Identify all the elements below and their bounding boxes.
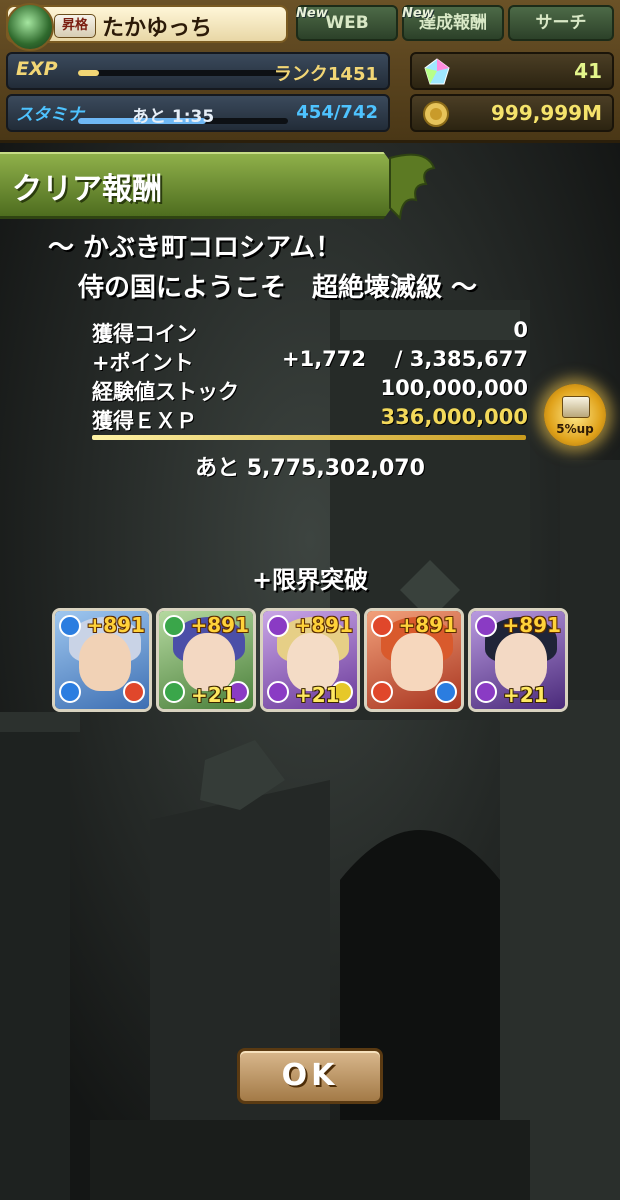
fire-attribute-icon (371, 615, 393, 637)
dungeon-name-line2: 侍の国にようこそ 超絶壊滅級 ～ (78, 273, 478, 303)
coin-reward-row: 獲得コイン 0 (92, 318, 528, 347)
points-label: +ポイント (92, 351, 194, 375)
monster-card[interactable]: +891 (364, 608, 464, 712)
water-attribute-icon (59, 615, 81, 637)
exp-stock-label: 経験値ストック (92, 380, 239, 404)
monster-card[interactable]: +891 +21 (156, 608, 256, 712)
exp-remaining: あと 5,775,302,070 (195, 456, 425, 481)
coin-icon (423, 101, 449, 127)
exp-gain-bar (92, 435, 526, 440)
assist-bonus: +21 (503, 683, 548, 707)
limit-break-title: +限界突破 (251, 566, 369, 594)
assist-bonus: +21 (191, 683, 236, 707)
plus-value: +891 (398, 613, 457, 637)
web-button-label: WEB (325, 13, 369, 33)
bonus-label: 5%up (556, 422, 594, 436)
dark-subattribute-icon (475, 681, 497, 703)
monster-card[interactable]: +891 +21 (468, 608, 568, 712)
new-tag: New (296, 6, 328, 21)
stamina-timer: あと 1:35 (132, 107, 215, 127)
monster-card[interactable]: +891 (52, 608, 152, 712)
wood-attribute-icon (163, 615, 185, 637)
coin-count: 999,999M (491, 101, 602, 125)
wood-subattribute-icon (163, 681, 185, 703)
monster-card-row: +891 +891 +21 +891 +21 +891 +891 +21 (52, 608, 568, 712)
leader-avatar (6, 3, 54, 51)
stamina-value: 454/742 (296, 102, 378, 123)
points-total: / 3,385,677 (394, 347, 528, 371)
exp-stock-value: 100,000,000 (380, 376, 528, 400)
monster-card[interactable]: +891 +21 (260, 608, 360, 712)
exp-row: EXP ランク1451 (6, 52, 390, 90)
water-subattribute-icon (59, 681, 81, 703)
search-button[interactable]: サーチ (508, 5, 614, 41)
plus-value: +891 (190, 613, 249, 637)
points-gained: +1,772 (282, 347, 367, 371)
water-awakening-icon (435, 681, 457, 703)
dungeon-name: ～ かぶき町コロシアム！ 侍の国にようこそ 超絶壊滅級 ～ (0, 228, 620, 308)
exp-bar (78, 70, 288, 76)
points-row: +ポイント +1,772 / 3,385,677 (92, 347, 528, 376)
stamina-row: スタミナ あと 1:35 454/742 (6, 94, 390, 132)
ok-button[interactable]: OK (237, 1048, 383, 1104)
exp-stock-row: 経験値ストック 100,000,000 (92, 376, 528, 405)
exp-gained-value: 336,000,000 (380, 405, 528, 429)
exp-bonus-badge: 5%up (544, 384, 606, 446)
search-button-label: サーチ (535, 13, 587, 33)
fire-awakening-icon (123, 681, 145, 703)
plus-value: +891 (502, 613, 561, 637)
bonus-ticket-icon (562, 396, 590, 418)
dragon-wing-icon (389, 153, 436, 221)
reward-table: 獲得コイン 0 +ポイント +1,772 / 3,385,677 経験値ストック… (92, 318, 528, 434)
coin-reward-label: 獲得コイン (92, 322, 197, 346)
coin-reward-value: 0 (513, 318, 528, 342)
top-status-bar: 昇格 たかゆっち New WEB New 達成報酬 サーチ EXP ランク145… (0, 0, 620, 143)
monster-face (79, 633, 131, 691)
coin-box: 999,999M (410, 94, 614, 132)
magic-stone-box[interactable]: 41 (410, 52, 614, 90)
stamina-label: スタミナ (16, 105, 84, 125)
plus-value: +891 (294, 613, 353, 637)
dark-attribute-icon (267, 615, 289, 637)
assist-bonus: +21 (295, 683, 340, 707)
player-name-box[interactable]: 昇格 たかゆっち (6, 3, 288, 51)
clear-reward-banner: クリア報酬 (0, 152, 408, 219)
exp-bar-fill (78, 70, 99, 76)
dark-attribute-icon (475, 615, 497, 637)
dungeon-name-line1: ～ かぶき町コロシアム！ (48, 233, 342, 263)
promotion-badge: 昇格 (54, 14, 96, 38)
dark-subattribute-icon (267, 681, 289, 703)
rank-text: ランク1451 (273, 64, 378, 85)
magic-stone-icon (424, 58, 450, 85)
fire-subattribute-icon (371, 681, 393, 703)
achievement-reward-button[interactable]: New 達成報酬 (402, 5, 504, 41)
banner-title: クリア報酬 (12, 172, 162, 207)
exp-gained-label: 獲得ＥＸＰ (92, 409, 197, 433)
new-tag: New (402, 6, 434, 21)
player-name: たかゆっち (102, 16, 213, 41)
exp-gained-row: 獲得ＥＸＰ 336,000,000 (92, 405, 528, 434)
web-button[interactable]: New WEB (296, 5, 398, 41)
exp-label: EXP (16, 58, 58, 80)
plus-value: +891 (86, 613, 145, 637)
magic-stone-count: 41 (574, 59, 602, 83)
monster-face (391, 633, 443, 691)
